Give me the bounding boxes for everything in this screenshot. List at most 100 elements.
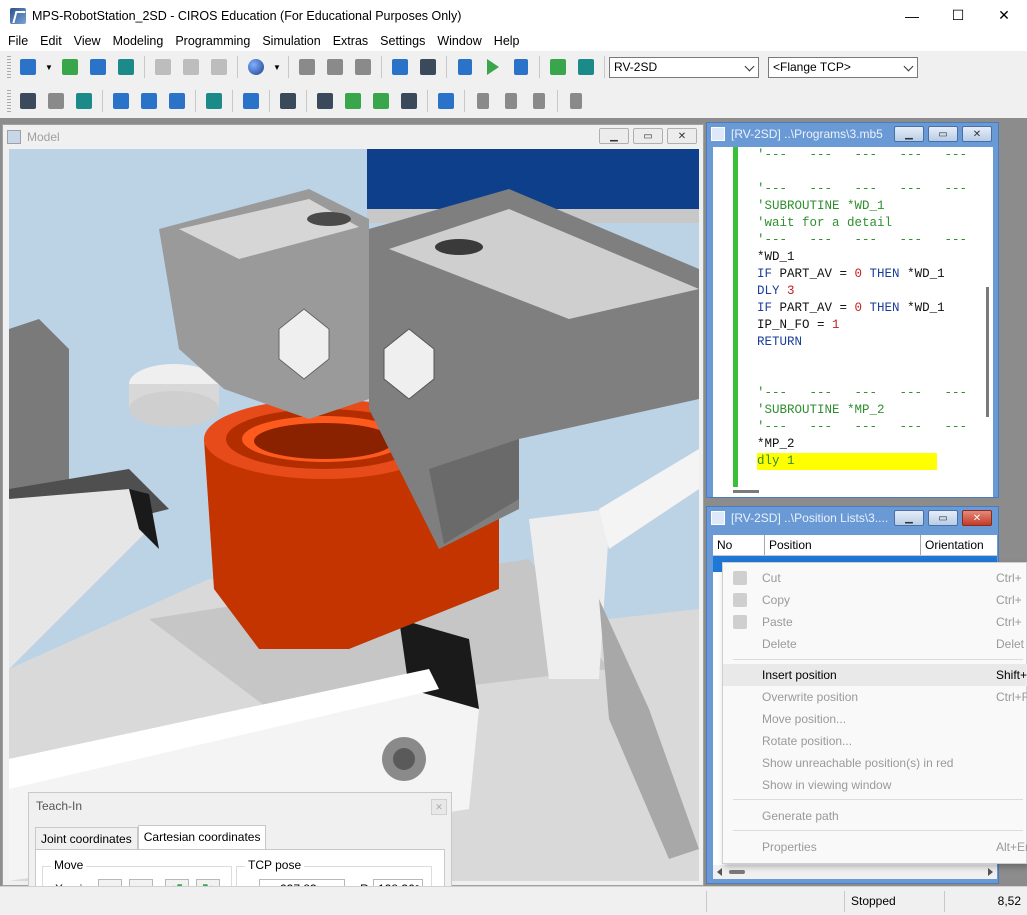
code-line[interactable]: DLY 3 [713,283,993,300]
menu-item-delete[interactable]: Delete Delet [723,633,1027,655]
model-window-titlebar[interactable]: Model ▁ ▭ ✕ [3,125,703,149]
debug-green-button[interactable] [341,89,365,113]
move-position-button[interactable] [574,55,598,79]
workplane-button[interactable] [323,55,347,79]
code-line[interactable]: '--- --- --- --- --- [713,147,993,164]
column-header-orientation[interactable]: Orientation [921,535,997,555]
list-3-button[interactable] [527,89,551,113]
menu-extras[interactable]: Extras [328,34,373,48]
program-maximize-button[interactable]: ▭ [928,126,958,142]
teach-button[interactable] [388,55,412,79]
code-line[interactable]: '--- --- --- --- --- [713,419,993,436]
menu-file[interactable]: File [0,34,33,48]
toolbar-grip[interactable] [7,90,11,112]
minimize-button[interactable]: — [889,0,935,31]
menu-item-overwrite-position[interactable]: Overwrite position Ctrl+F [723,686,1027,708]
model-minimize-button[interactable]: ▁ [599,128,629,144]
menu-item-insert-position[interactable]: Insert position Shift+F [723,664,1027,686]
save-button[interactable] [86,55,110,79]
code-line[interactable]: 'SUBROUTINE *MP_2 [713,402,993,419]
menu-simulation[interactable]: Simulation [257,34,325,48]
paste-button[interactable] [207,55,231,79]
list-1-button[interactable] [471,89,495,113]
toolbar-grip[interactable] [7,56,11,78]
teach-in-close-icon[interactable]: ✕ [431,799,447,815]
list-2-button[interactable] [499,89,523,113]
new-dropdown-button[interactable]: ▼ [44,55,54,79]
list-a-button[interactable] [564,89,588,113]
cut-button[interactable] [151,55,175,79]
code-line[interactable] [713,368,993,385]
column-header-no[interactable]: No [713,535,765,555]
robot-tool-2-button[interactable] [137,89,161,113]
save-all-button[interactable] [114,55,138,79]
menu-window[interactable]: Window [432,34,486,48]
menu-settings[interactable]: Settings [375,34,430,48]
menu-item-copy[interactable]: Copy Ctrl+ [723,589,1027,611]
3d-viewport[interactable] [9,149,699,881]
model-maximize-button[interactable]: ▭ [633,128,663,144]
new-file-button[interactable] [16,55,40,79]
menu-view[interactable]: View [69,34,106,48]
open-button[interactable] [58,55,82,79]
reset-button[interactable] [453,55,477,79]
view-dropdown-button[interactable]: ▼ [272,55,282,79]
stack-button[interactable] [397,89,421,113]
menu-item-paste[interactable]: Paste Ctrl+ [723,611,1027,633]
code-line[interactable]: *MP_2 [713,436,993,453]
code-line[interactable]: '--- --- --- --- --- [713,232,993,249]
code-line[interactable]: '--- --- --- --- --- [713,385,993,402]
brush-button[interactable] [369,89,393,113]
menu-item-show-in-viewing-window[interactable]: Show in viewing window [723,774,1027,796]
menu-modeling[interactable]: Modeling [108,34,169,48]
add-position-button[interactable] [546,55,570,79]
code-line[interactable]: dly 1 [713,453,993,470]
play-button[interactable] [481,55,505,79]
code-line[interactable] [713,351,993,368]
robot-select[interactable]: RV-2SD [609,56,759,78]
collision-button[interactable] [202,89,226,113]
station-button[interactable] [16,89,40,113]
close-button[interactable]: ✕ [981,0,1027,31]
tab-cartesian-coordinates[interactable]: Cartesian coordinates [137,825,267,849]
menu-item-cut[interactable]: Cut Ctrl+ [723,567,1027,589]
code-line[interactable] [713,164,993,181]
conveyor-button[interactable] [44,89,68,113]
position-list-minimize-button[interactable]: ▁ [894,510,924,526]
code-line[interactable]: 'SUBROUTINE *WD_1 [713,198,993,215]
menu-help[interactable]: Help [489,34,525,48]
code-line[interactable]: RETURN [713,334,993,351]
network-button[interactable] [416,55,440,79]
frames-button[interactable] [351,55,375,79]
scroll-thumb[interactable] [733,490,759,493]
code-horizontal-scrollbar[interactable] [713,487,993,497]
program-minimize-button[interactable]: ▁ [894,126,924,142]
operator-button[interactable] [276,89,300,113]
column-header-position[interactable]: Position [765,535,921,555]
menu-item-generate-path[interactable]: Generate path [723,805,1027,827]
model-close-button[interactable]: ✕ [667,128,697,144]
scroll-right-icon[interactable] [988,868,993,876]
position-list-titlebar[interactable]: [RV-2SD] ..\Position Lists\3.... ▁ ▭ ✕ [707,507,998,529]
robot-tool-3-button[interactable] [165,89,189,113]
menu-item-rotate-position[interactable]: Rotate position... [723,730,1027,752]
view-sphere-button[interactable] [244,55,268,79]
code-line[interactable]: *WD_1 [713,249,993,266]
menu-item-move-position[interactable]: Move position... [723,708,1027,730]
scroll-left-icon[interactable] [717,868,722,876]
debug-button[interactable] [313,89,337,113]
fit-button[interactable] [434,89,458,113]
code-line[interactable]: IP_N_FO = 1 [713,317,993,334]
position-grid-horizontal-scrollbar[interactable] [713,865,997,879]
step-button[interactable] [509,55,533,79]
program-window-titlebar[interactable]: [RV-2SD] ..\Programs\3.mb5 ▁ ▭ ✕ [707,123,998,145]
code-line[interactable]: IF PART_AV = 0 THEN *WD_1 [713,266,993,283]
position-list-maximize-button[interactable]: ▭ [928,510,958,526]
menu-item-properties[interactable]: Properties Alt+Ente [723,836,1027,858]
axes-button[interactable] [295,55,319,79]
image-button[interactable] [72,89,96,113]
robot-tool-1-button[interactable] [109,89,133,113]
code-line[interactable]: IF PART_AV = 0 THEN *WD_1 [713,300,993,317]
tcp-select[interactable]: <Flange TCP> [768,56,918,78]
position-list-close-button[interactable]: ✕ [962,510,992,526]
